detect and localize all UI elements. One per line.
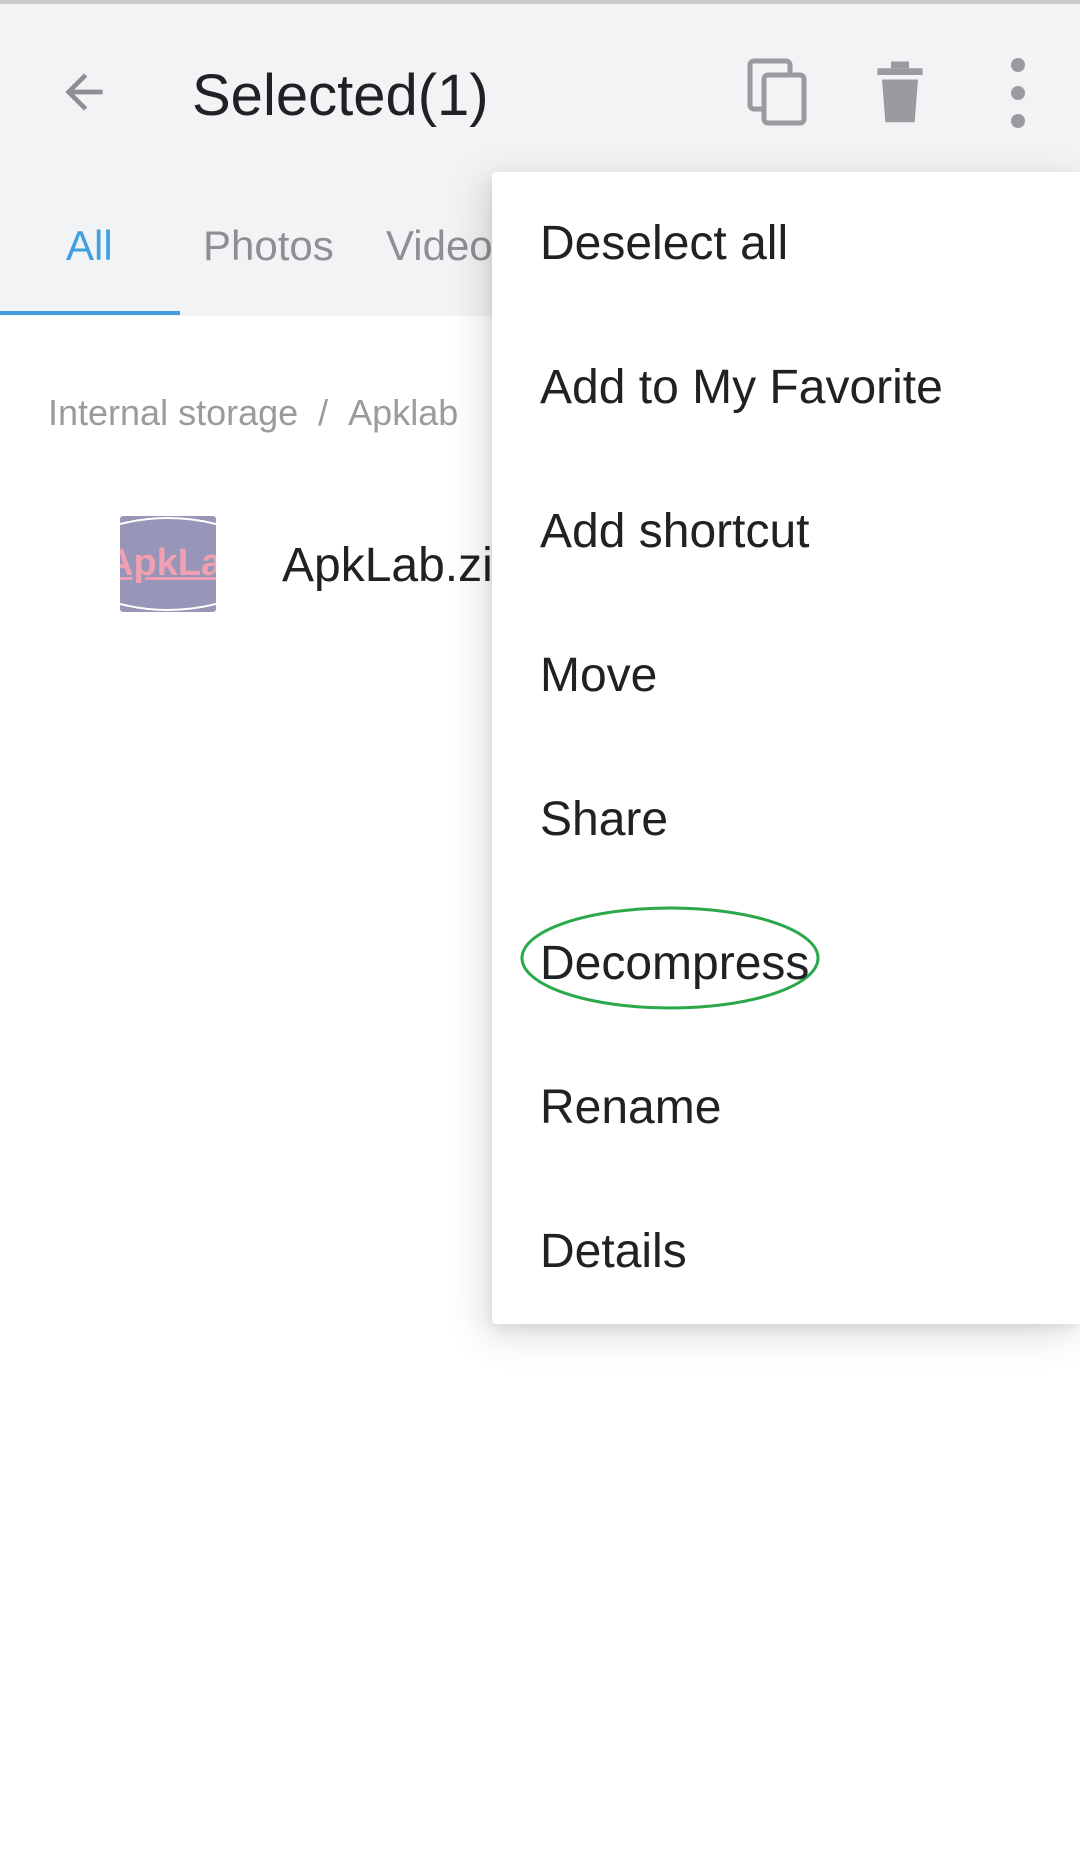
menu-item-label: Rename (540, 1081, 722, 1134)
more-options-button[interactable] (978, 48, 1058, 138)
breadcrumb-root[interactable]: Internal storage (48, 388, 298, 438)
copy-button[interactable] (738, 48, 818, 138)
menu-item-deselect-all[interactable]: Deselect all (492, 172, 1080, 316)
copy-icon (747, 58, 807, 126)
page-title: Selected(1) (192, 63, 489, 128)
app-bar: Selected(1) (0, 4, 1080, 176)
menu-item-label: Share (540, 793, 669, 846)
menu-item-label: Deselect all (540, 217, 789, 270)
breadcrumb: Internal storage / Apklab (48, 388, 458, 438)
tab-indicator (0, 311, 180, 315)
delete-button[interactable] (860, 48, 940, 138)
menu-item-label: Details (540, 1225, 687, 1278)
thumbnail-arc-decoration (120, 517, 216, 611)
trash-icon (877, 61, 923, 123)
file-thumbnail: ApkLab (120, 516, 216, 612)
back-button[interactable] (48, 52, 120, 132)
menu-item-details[interactable]: Details (492, 1180, 1080, 1324)
menu-item-rename[interactable]: Rename (492, 1036, 1080, 1180)
menu-item-label: Decompress (540, 937, 810, 990)
breadcrumb-folder[interactable]: Apklab (348, 388, 458, 438)
menu-item-label: Add to My Favorite (540, 361, 943, 414)
arrow-left-icon (65, 73, 103, 111)
file-name: ApkLab.zip (282, 539, 520, 592)
menu-item-move[interactable]: Move (492, 604, 1080, 748)
tab-all[interactable]: All (66, 216, 113, 276)
menu-item-add-to-favorite[interactable]: Add to My Favorite (492, 316, 1080, 460)
tab-photos[interactable]: Photos (203, 216, 334, 276)
more-vertical-icon (1011, 58, 1025, 128)
menu-item-add-shortcut[interactable]: Add shortcut (492, 460, 1080, 604)
overflow-menu: Deselect all Add to My Favorite Add shor… (492, 172, 1080, 1324)
breadcrumb-separator: / (318, 392, 329, 433)
menu-item-label: Add shortcut (540, 505, 810, 558)
menu-item-label: Move (540, 649, 658, 702)
menu-item-decompress[interactable]: Decompress (492, 892, 1080, 1036)
menu-item-share[interactable]: Share (492, 748, 1080, 892)
